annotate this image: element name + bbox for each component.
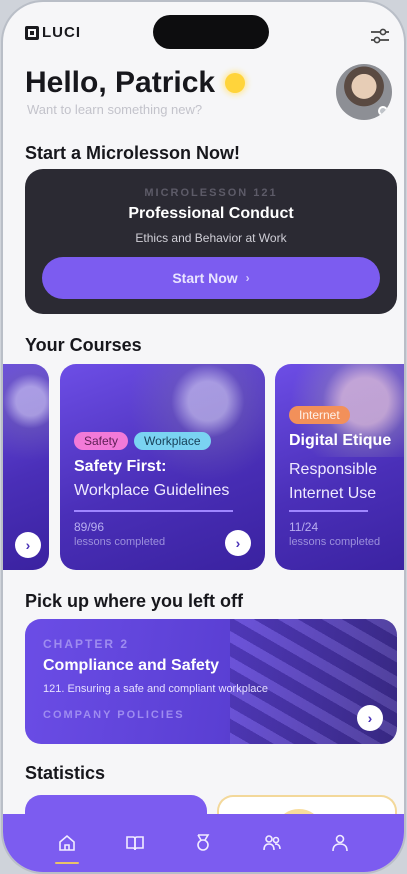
chevron-right-icon: › xyxy=(367,710,373,726)
course-progress-label: lessons completed xyxy=(74,536,166,548)
continue-button[interactable]: › xyxy=(357,705,383,731)
nav-home[interactable] xyxy=(52,828,82,864)
continue-card[interactable]: CHAPTER 2 Compliance and Safety 121. Ens… xyxy=(25,619,397,744)
tag-safety: Safety xyxy=(74,432,129,450)
filter-settings-icon[interactable] xyxy=(369,26,391,46)
microlesson-title: Professional Conduct xyxy=(128,205,294,222)
arrow-right-icon[interactable]: › xyxy=(15,532,41,558)
course-tags: Internet xyxy=(289,406,350,424)
team-icon xyxy=(262,835,281,851)
course-card-previous[interactable]: › xyxy=(3,364,49,570)
nav-achievements[interactable] xyxy=(188,828,218,858)
courses-section-title: Your Courses xyxy=(25,335,142,355)
logo-text: LUCI xyxy=(42,24,81,41)
course-subtitle: Workplace Guidelines xyxy=(74,482,230,499)
bottom-nav xyxy=(3,814,404,872)
medal-icon xyxy=(197,834,210,851)
phone-screen: LUCI Hello, Patrick Want to learn someth… xyxy=(3,2,404,872)
chapter-kicker: CHAPTER 2 xyxy=(43,637,130,651)
course-progress-bar xyxy=(74,510,233,512)
microlesson-subtitle: Ethics and Behavior at Work xyxy=(135,231,287,245)
microlesson-section-title: Start a Microlesson Now! xyxy=(25,143,241,163)
microlesson-kicker: MICROLESSON 121 xyxy=(144,187,278,199)
start-now-button[interactable]: Start Now › xyxy=(42,257,380,299)
status-dot xyxy=(378,106,388,116)
course-progress-bar xyxy=(289,510,368,512)
greeting: Hello, Patrick xyxy=(25,66,246,100)
nav-team[interactable] xyxy=(257,828,287,858)
chapter-title: Compliance and Safety xyxy=(43,657,220,674)
home-icon xyxy=(59,834,75,851)
continue-section-title: Pick up where you left off xyxy=(25,591,244,611)
dynamic-island xyxy=(153,15,269,49)
statistics-section-title: Statistics xyxy=(25,763,106,783)
sun-icon xyxy=(225,73,246,93)
chapter-subtitle: 121. Ensuring a safe and compliant workp… xyxy=(43,683,269,695)
app-logo: LUCI xyxy=(25,24,81,41)
greeting-text: Hello, Patrick xyxy=(25,66,216,99)
course-tags: Safety Workplace xyxy=(74,432,211,450)
course-progress-count: 11/24 xyxy=(289,520,319,534)
greeting-subtitle: Want to learn something new? xyxy=(27,102,203,117)
nav-profile[interactable] xyxy=(325,828,355,858)
book-icon xyxy=(126,836,145,851)
start-now-label: Start Now xyxy=(172,270,238,286)
course-title: Digital Etique xyxy=(289,432,392,449)
tag-workplace: Workplace xyxy=(134,432,211,450)
chapter-category: COMPANY POLICIES xyxy=(43,709,185,721)
chevron-right-icon: › xyxy=(235,535,241,551)
course-progress-count: 89/96 xyxy=(74,520,105,534)
course-open-button[interactable]: › xyxy=(225,530,251,556)
avatar[interactable] xyxy=(336,64,392,120)
nav-courses[interactable] xyxy=(120,828,150,858)
tag-internet: Internet xyxy=(289,406,350,424)
course-progress-label: lessons completed xyxy=(289,536,381,548)
course-title: Safety First: xyxy=(74,458,167,475)
microlesson-card: MICROLESSON 121 Professional Conduct Eth… xyxy=(25,169,397,314)
course-card[interactable]: Internet Digital Etique Responsible Inte… xyxy=(275,364,404,570)
course-subtitle: Responsible Internet Use xyxy=(289,461,378,502)
course-card[interactable]: Safety Workplace Safety First: Workplace… xyxy=(60,364,265,570)
logo-mark-icon xyxy=(25,25,39,40)
course-image xyxy=(3,364,49,488)
profile-icon xyxy=(332,834,348,852)
chevron-right-icon: › xyxy=(245,271,250,285)
